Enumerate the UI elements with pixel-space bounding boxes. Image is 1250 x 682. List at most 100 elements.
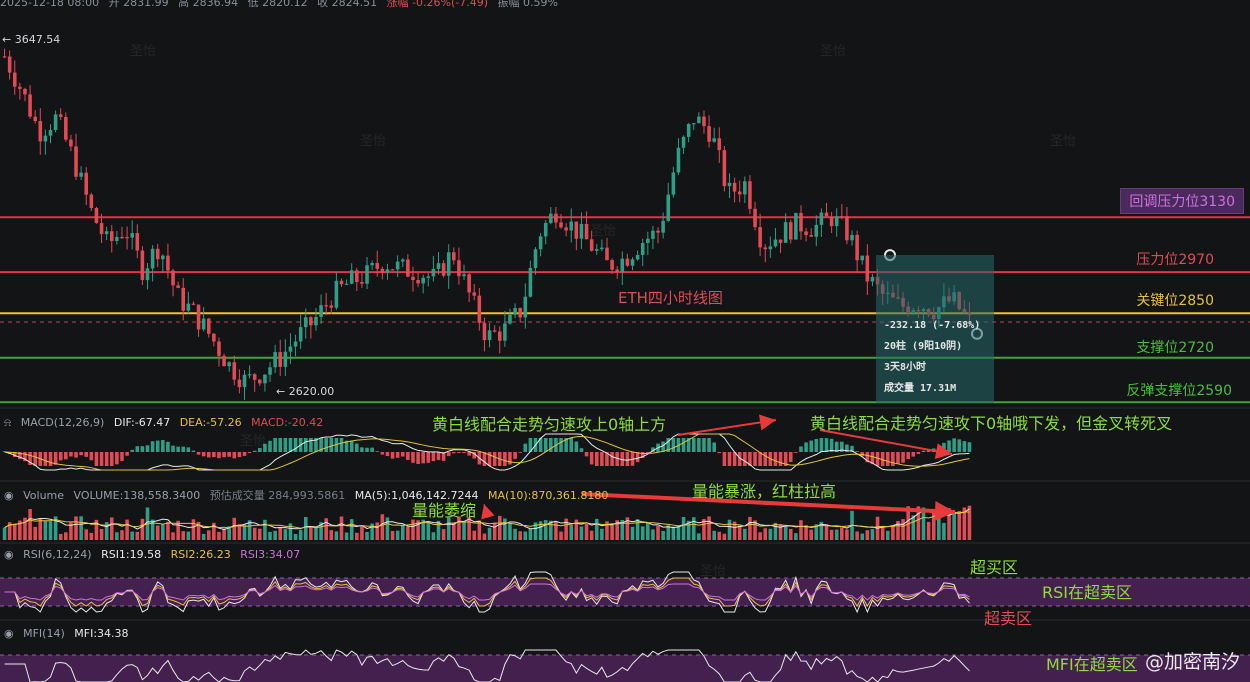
- macd-bar: [293, 438, 298, 452]
- macd-bar: [513, 452, 517, 459]
- candle-body: [574, 221, 579, 239]
- candle-body: [610, 260, 614, 270]
- macd-bar: [400, 452, 405, 457]
- macd-bar: [559, 438, 563, 452]
- macd-bar: [217, 452, 221, 459]
- candle-body: [605, 247, 609, 261]
- volume-bar: [293, 533, 298, 540]
- macd-bar: [375, 451, 380, 452]
- volume-bar: [783, 525, 788, 540]
- macd-bar: [610, 452, 614, 466]
- macd-bar: [635, 452, 640, 463]
- bell-icon[interactable]: ⍾: [4, 416, 11, 429]
- volume-bar: [355, 532, 359, 540]
- macd-bar: [411, 452, 415, 463]
- candle-body: [176, 285, 180, 288]
- volume-bar: [89, 532, 94, 540]
- candle-body: [457, 260, 461, 277]
- watermark: 圣怡: [240, 434, 267, 449]
- candle-body: [191, 303, 196, 305]
- volume-bar: [115, 532, 119, 540]
- eye-icon[interactable]: ◉: [4, 489, 14, 502]
- candle-body: [615, 269, 619, 273]
- candle-body: [411, 276, 415, 281]
- candle-body: [809, 235, 813, 237]
- volume-bar: [263, 519, 267, 540]
- candle-body: [850, 234, 854, 241]
- macd-bar: [89, 452, 94, 461]
- macd-dea: DEA:-57.26: [179, 416, 242, 429]
- candle-body: [94, 208, 99, 224]
- macd-bar: [227, 452, 231, 457]
- volume-bar: [794, 533, 798, 540]
- volume-bar: [911, 515, 916, 540]
- candle-body: [375, 263, 380, 269]
- eye-icon[interactable]: ◉: [4, 627, 14, 640]
- volume-bar: [656, 525, 660, 540]
- watermark: 圣怡: [130, 44, 157, 59]
- candle-body: [43, 135, 48, 142]
- measure-volume: 成交量 17.31M: [884, 383, 957, 394]
- macd-bar: [906, 452, 910, 460]
- candle-body: [385, 269, 390, 273]
- macd-bar: [523, 443, 528, 452]
- volume-bar: [273, 530, 277, 540]
- volume-bar: [865, 530, 870, 540]
- candle-body: [217, 341, 221, 356]
- candle-body: [293, 341, 298, 347]
- candle-body: [584, 223, 589, 240]
- volume-bar: [926, 521, 931, 540]
- macd-bar: [758, 452, 762, 466]
- candle-body: [426, 276, 431, 278]
- volume-bar: [942, 522, 946, 540]
- macd-bar: [681, 438, 686, 452]
- macd-bar: [380, 452, 385, 455]
- macd-bar: [957, 439, 962, 452]
- candle-body: [727, 182, 732, 187]
- volume-bar: [222, 528, 226, 540]
- macd-bar: [150, 441, 155, 452]
- annotation-macd-right: 黄白线配合走势匀速攻下0轴哦下发，但金叉转死叉: [810, 414, 1173, 433]
- volume-bar: [579, 526, 584, 540]
- candle-body: [865, 255, 870, 282]
- volume-bar: [497, 515, 502, 540]
- macd-bar: [788, 452, 793, 463]
- candle-body: [717, 138, 722, 151]
- mfi-label: MFI(14): [23, 627, 65, 640]
- macd-bar: [84, 452, 89, 457]
- macd-header: ⍾ MACD(12,26,9) DIF:-67.47 DEA:-57.26 MA…: [4, 416, 329, 430]
- candle-body: [155, 248, 160, 260]
- macd-bar: [543, 438, 548, 452]
- candle-body: [201, 318, 206, 330]
- volume-bar: [528, 528, 533, 540]
- candle-body: [344, 283, 349, 285]
- candle-body: [804, 231, 808, 236]
- candle-body: [492, 330, 497, 332]
- volume-bar: [472, 530, 477, 540]
- candle-body: [12, 72, 17, 87]
- candle-body: [421, 277, 425, 284]
- candle-body: [145, 268, 150, 281]
- candle-body: [48, 129, 53, 136]
- watermark: 圣怡: [360, 134, 387, 149]
- candle-body: [181, 287, 186, 311]
- volume-bar: [676, 525, 681, 540]
- volume-bar: [503, 518, 507, 540]
- eye-icon[interactable]: ◉: [4, 548, 14, 561]
- volume-bar: [64, 532, 68, 540]
- candle-body: [161, 255, 165, 260]
- macd-bar: [43, 452, 48, 466]
- volume-bar: [278, 526, 283, 540]
- candle-body: [125, 237, 129, 239]
- candle-body: [569, 221, 574, 231]
- volume-bar: [385, 517, 390, 540]
- macd-bar: [212, 452, 216, 458]
- candle-body: [222, 355, 226, 367]
- candle-body: [702, 116, 706, 127]
- macd-bar: [155, 440, 160, 452]
- candle-body: [799, 212, 803, 232]
- volume-bar: [79, 516, 83, 540]
- candle-body: [625, 258, 630, 266]
- volume-header: ◉ Volume VOLUME:138,558.3400 预估成交量 284,9…: [4, 487, 614, 503]
- candle-body: [543, 222, 548, 237]
